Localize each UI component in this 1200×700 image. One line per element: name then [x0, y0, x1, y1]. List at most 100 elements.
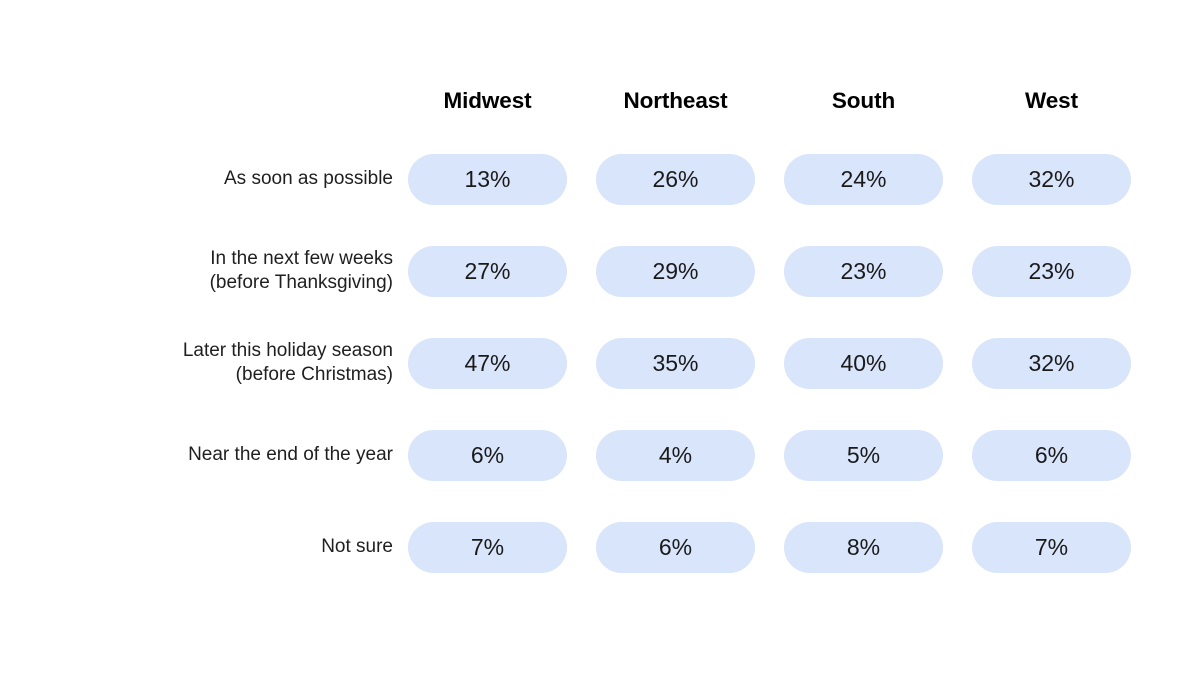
- value-pill: 6%: [972, 429, 1131, 481]
- cell-value: 27%: [464, 257, 511, 284]
- table-cell: 24%: [784, 133, 943, 225]
- column-gutter: [393, 225, 408, 317]
- cell-value: 23%: [1028, 257, 1075, 284]
- table-cell: 35%: [596, 317, 755, 409]
- value-pill: 47%: [408, 337, 567, 389]
- column-gutter: [567, 501, 596, 593]
- value-pill: 24%: [784, 153, 943, 205]
- table-cell: 4%: [596, 409, 755, 501]
- cell-value: 35%: [652, 349, 699, 376]
- cell-value: 7%: [470, 533, 505, 560]
- column-header-south: South: [831, 88, 896, 113]
- table-cell: 29%: [596, 225, 755, 317]
- value-pill: 6%: [408, 429, 567, 481]
- row-label-line1: In the next few weeks: [210, 248, 393, 269]
- value-pill: 6%: [596, 521, 755, 573]
- table-cell: 7%: [408, 501, 567, 593]
- value-pill: 5%: [784, 429, 943, 481]
- table-cell: 27%: [408, 225, 567, 317]
- row-label-line2: (before Christmas): [235, 364, 393, 385]
- cell-value: 24%: [840, 165, 887, 192]
- column-header-northeast: Northeast: [623, 88, 728, 113]
- value-pill: 23%: [784, 245, 943, 297]
- row-label-line2: (before Thanksgiving): [209, 272, 393, 293]
- table-cell: 47%: [408, 317, 567, 409]
- column-gutter: [755, 78, 784, 133]
- column-gutter: [755, 133, 784, 225]
- column-gutter: [943, 501, 972, 593]
- column-gutter: [567, 133, 596, 225]
- value-pill: 7%: [408, 521, 567, 573]
- matrix-grid: Midwest Northeast South West As soon as …: [0, 78, 1200, 593]
- table-cell: 32%: [972, 317, 1131, 409]
- row-label-line1: As soon as possible: [224, 168, 393, 189]
- column-gutter: [393, 501, 408, 593]
- column-gutter: [943, 317, 972, 409]
- cell-value: 6%: [470, 441, 505, 468]
- value-pill: 8%: [784, 521, 943, 573]
- table-cell: 23%: [972, 225, 1131, 317]
- row-label: Near the end of the year: [0, 409, 393, 501]
- column-gutter: [943, 409, 972, 501]
- column-gutter: [393, 317, 408, 409]
- column-gutter: [755, 409, 784, 501]
- column-gutter: [943, 225, 972, 317]
- cell-value: 32%: [1028, 165, 1075, 192]
- cell-value: 7%: [1034, 533, 1069, 560]
- cell-value: 23%: [840, 257, 887, 284]
- value-pill: 13%: [408, 153, 567, 205]
- table-cell: 23%: [784, 225, 943, 317]
- cell-value: 29%: [652, 257, 699, 284]
- cell-value: 40%: [840, 349, 887, 376]
- column-gutter: [567, 409, 596, 501]
- cell-value: 32%: [1028, 349, 1075, 376]
- column-header-midwest: Midwest: [443, 88, 532, 113]
- cell-value: 6%: [658, 533, 693, 560]
- table-cell: 8%: [784, 501, 943, 593]
- column-gutter: [943, 133, 972, 225]
- column-gutter: [393, 133, 408, 225]
- row-label-line1: Not sure: [321, 536, 393, 557]
- value-pill: 26%: [596, 153, 755, 205]
- row-label-line1: Near the end of the year: [188, 444, 393, 465]
- table-cell: 26%: [596, 133, 755, 225]
- column-gutter: [567, 225, 596, 317]
- cell-value: 5%: [846, 441, 881, 468]
- table-cell: 5%: [784, 409, 943, 501]
- table-cell: 6%: [596, 501, 755, 593]
- column-gutter: [755, 225, 784, 317]
- column-header-west: West: [1025, 88, 1078, 113]
- table-cell: 32%: [972, 133, 1131, 225]
- table-cell: 13%: [408, 133, 567, 225]
- column-gutter: [755, 501, 784, 593]
- value-pill: 35%: [596, 337, 755, 389]
- row-label: Later this holiday season (before Christ…: [0, 317, 393, 409]
- column-gutter: [393, 409, 408, 501]
- cell-value: 8%: [846, 533, 881, 560]
- table-cell: 6%: [972, 409, 1131, 501]
- cell-value: 47%: [464, 349, 511, 376]
- row-label-header-spacer: [0, 78, 393, 133]
- value-pill: 7%: [972, 521, 1131, 573]
- column-gutter: [755, 317, 784, 409]
- row-label: In the next few weeks (before Thanksgivi…: [0, 225, 393, 317]
- value-pill: 4%: [596, 429, 755, 481]
- cell-value: 4%: [658, 441, 693, 468]
- column-gutter: [943, 78, 972, 133]
- row-label: As soon as possible: [0, 133, 393, 225]
- value-pill: 32%: [972, 337, 1131, 389]
- table-cell: 40%: [784, 317, 943, 409]
- table-cell: 6%: [408, 409, 567, 501]
- value-pill: 29%: [596, 245, 755, 297]
- row-label: Not sure: [0, 501, 393, 593]
- value-pill: 32%: [972, 153, 1131, 205]
- cell-value: 26%: [652, 165, 699, 192]
- value-pill: 40%: [784, 337, 943, 389]
- cell-value: 13%: [464, 165, 511, 192]
- table-cell: 7%: [972, 501, 1131, 593]
- column-gutter: [567, 78, 596, 133]
- column-gutter: [567, 317, 596, 409]
- heatmap-table-chart: Midwest Northeast South West As soon as …: [0, 0, 1200, 700]
- value-pill: 27%: [408, 245, 567, 297]
- row-label-line1: Later this holiday season: [182, 340, 393, 361]
